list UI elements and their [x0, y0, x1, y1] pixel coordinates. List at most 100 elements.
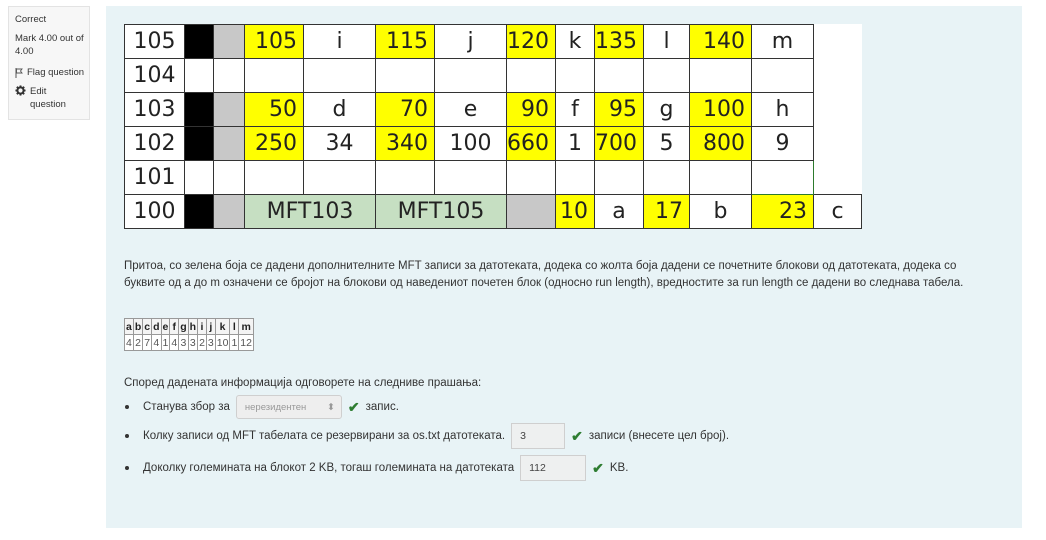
grid-row: 100 MFT103 MFT105 10 a 17 b 23 c: [124, 194, 862, 229]
gear-icon: [15, 85, 26, 96]
questions-prompt: Според дадената информација одговорете н…: [124, 377, 482, 389]
empty-block: [244, 58, 304, 93]
question-2-text: Колку записи од MFT табелата се резервир…: [143, 430, 506, 442]
edit-question-link[interactable]: Edit question: [15, 85, 85, 111]
bullet: [125, 434, 129, 438]
run-table-value: 2: [132, 334, 144, 351]
run-letter-cell: 34: [303, 126, 376, 161]
row-label: 102: [124, 126, 185, 161]
run-table-header: d: [151, 318, 162, 335]
start-block-cell: 95: [594, 92, 644, 127]
question-mark: Mark 4.00 out of 4.00: [15, 33, 84, 57]
run-table-header: k: [214, 318, 231, 335]
run-letter-cell: 9: [751, 126, 814, 161]
run-table-value: 2: [197, 334, 207, 351]
file-size-input-value: 112: [529, 462, 546, 474]
run-length-table: abcdefghijklm 4 2 7 4 1 4 3 3 2 3 10 1 12: [124, 318, 254, 351]
run-table-header: b: [132, 318, 144, 335]
grid-row: 104: [124, 58, 862, 93]
black-block: [184, 24, 214, 59]
empty-block: [375, 58, 435, 93]
start-block-cell: 70: [375, 92, 435, 127]
bullet: [125, 466, 129, 470]
question-3: Доколку големината на блокот 2 KB, тогаш…: [124, 455, 628, 481]
black-block: [184, 92, 214, 127]
run-table-value: 7: [142, 334, 153, 351]
run-table-value: 3: [178, 334, 189, 351]
start-block-cell: 23: [751, 194, 814, 229]
empty-block: [434, 58, 507, 93]
start-block-cell: 90: [506, 92, 556, 127]
run-table-header: a: [124, 318, 134, 335]
start-block-cell: 115: [375, 24, 435, 59]
start-block-cell: 135: [594, 24, 644, 59]
question-1-suffix: запис.: [365, 401, 399, 413]
grid-row: 101: [124, 160, 862, 195]
run-letter-cell: a: [594, 194, 644, 229]
run-table-header: l: [229, 318, 240, 335]
empty-block: [555, 160, 595, 195]
run-table-value: 12: [238, 334, 254, 351]
row-label: 104: [124, 58, 185, 93]
black-block: [184, 126, 214, 161]
run-table-header: i: [197, 318, 207, 335]
empty-block: [303, 58, 376, 93]
empty-block: [594, 160, 644, 195]
edit-question-label: Edit question: [30, 86, 66, 110]
row-label: 105: [124, 24, 185, 59]
disk-block-grid: 105 105 i 115 j 120 k 135 l 140 m 104 103 50 d 70 e 90 f 95…: [124, 24, 862, 229]
run-table-header: m: [238, 318, 254, 335]
bullet: [125, 405, 129, 409]
start-block-cell: 660: [506, 126, 556, 161]
run-letter-cell: 1: [555, 126, 595, 161]
empty-block: [643, 160, 690, 195]
run-letter-cell: i: [303, 24, 376, 59]
empty-block: [213, 160, 245, 195]
start-block-cell: 140: [689, 24, 752, 59]
run-table-value: 4: [169, 334, 180, 351]
run-table-value: 3: [187, 334, 199, 351]
page-right-margin: [1030, 0, 1046, 540]
empty-block: [184, 58, 214, 93]
gray-block: [213, 24, 245, 59]
run-table-header: f: [169, 318, 180, 335]
flag-question-link[interactable]: Flag question: [15, 66, 85, 79]
run-letter-cell: e: [434, 92, 507, 127]
start-block-cell: 105: [244, 24, 304, 59]
start-block-cell: 700: [594, 126, 644, 161]
mft-records-input[interactable]: 3: [511, 423, 566, 449]
select-arrows-icon: ⬍: [326, 401, 335, 413]
run-letter-cell: c: [813, 194, 862, 229]
run-letter-cell: f: [555, 92, 595, 127]
gray-block: [213, 126, 245, 161]
run-letter-cell: j: [434, 24, 507, 59]
run-table-value: 10: [214, 334, 231, 351]
start-block-cell: 50: [244, 92, 304, 127]
run-letter-cell: 100: [434, 126, 507, 161]
record-type-select-value: нерезидентен: [244, 401, 307, 413]
run-letter-cell: g: [643, 92, 690, 127]
empty-block: [244, 160, 304, 195]
question-info-panel: Correct Mark 4.00 out of 4.00 Flag quest…: [8, 6, 90, 120]
gray-block: [213, 194, 245, 229]
file-size-input[interactable]: 112: [520, 455, 587, 481]
run-letter-cell: h: [751, 92, 814, 127]
empty-block: [689, 160, 752, 195]
empty-block: [751, 160, 814, 195]
empty-block: [434, 160, 507, 195]
question-status: Correct: [15, 14, 47, 25]
run-table-values-row: 4 2 7 4 1 4 3 3 2 3 10 1 12: [124, 334, 254, 351]
flag-question-label: Flag question: [27, 67, 85, 78]
run-table-header: j: [205, 318, 216, 335]
grid-row: 105 105 i 115 j 120 k 135 l 140 m: [124, 24, 862, 59]
empty-block: [184, 160, 214, 195]
run-table-header-row: abcdefghijklm: [124, 318, 254, 335]
empty-block: [594, 58, 644, 93]
run-letter-cell: m: [751, 24, 814, 59]
record-type-select[interactable]: нерезидентен ⬍: [235, 395, 342, 419]
empty-block: [689, 58, 752, 93]
run-table-value: 1: [160, 334, 171, 351]
start-block-cell: 340: [375, 126, 435, 161]
description-text: Притоа, со зелена боја се дадени дополни…: [124, 260, 964, 289]
run-table-value: 4: [151, 334, 162, 351]
